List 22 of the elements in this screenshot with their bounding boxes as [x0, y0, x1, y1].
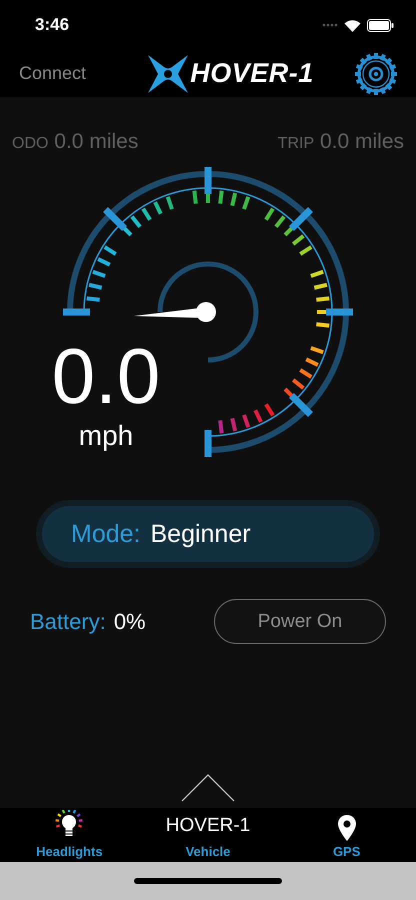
- location-pin-icon: [336, 814, 358, 842]
- power-on-button[interactable]: Power On: [214, 599, 386, 644]
- signal-icon: [322, 23, 338, 27]
- logo-x-icon: [146, 52, 190, 94]
- tab-bar-item[interactable]: GPS: [277, 808, 416, 862]
- battery-value: 0%: [114, 608, 146, 634]
- connect-button[interactable]: Connect: [19, 63, 86, 84]
- odometer-reading: ODO 0.0 miles: [12, 130, 138, 154]
- gear-icon[interactable]: [354, 52, 398, 96]
- trip-reading: TRIP 0.0 miles: [278, 130, 404, 154]
- mode-button[interactable]: Mode: Beginner: [42, 506, 374, 562]
- status-time: 3:46: [35, 15, 70, 35]
- speed-unit: mph: [78, 420, 134, 452]
- tab-brand-text: HOVER-1: [166, 815, 250, 837]
- tab-bar-item[interactable]: Headlights: [0, 808, 139, 862]
- battery-label: Battery:: [30, 608, 106, 634]
- logo-text: HOVER-1: [190, 58, 314, 89]
- chevron-up-icon[interactable]: [181, 774, 235, 802]
- tab-bar-item[interactable]: HOVER-1 Vehicle: [138, 808, 278, 862]
- battery-icon: [367, 18, 394, 32]
- wifi-icon: [344, 18, 361, 32]
- speed-value: 0.0: [52, 336, 160, 416]
